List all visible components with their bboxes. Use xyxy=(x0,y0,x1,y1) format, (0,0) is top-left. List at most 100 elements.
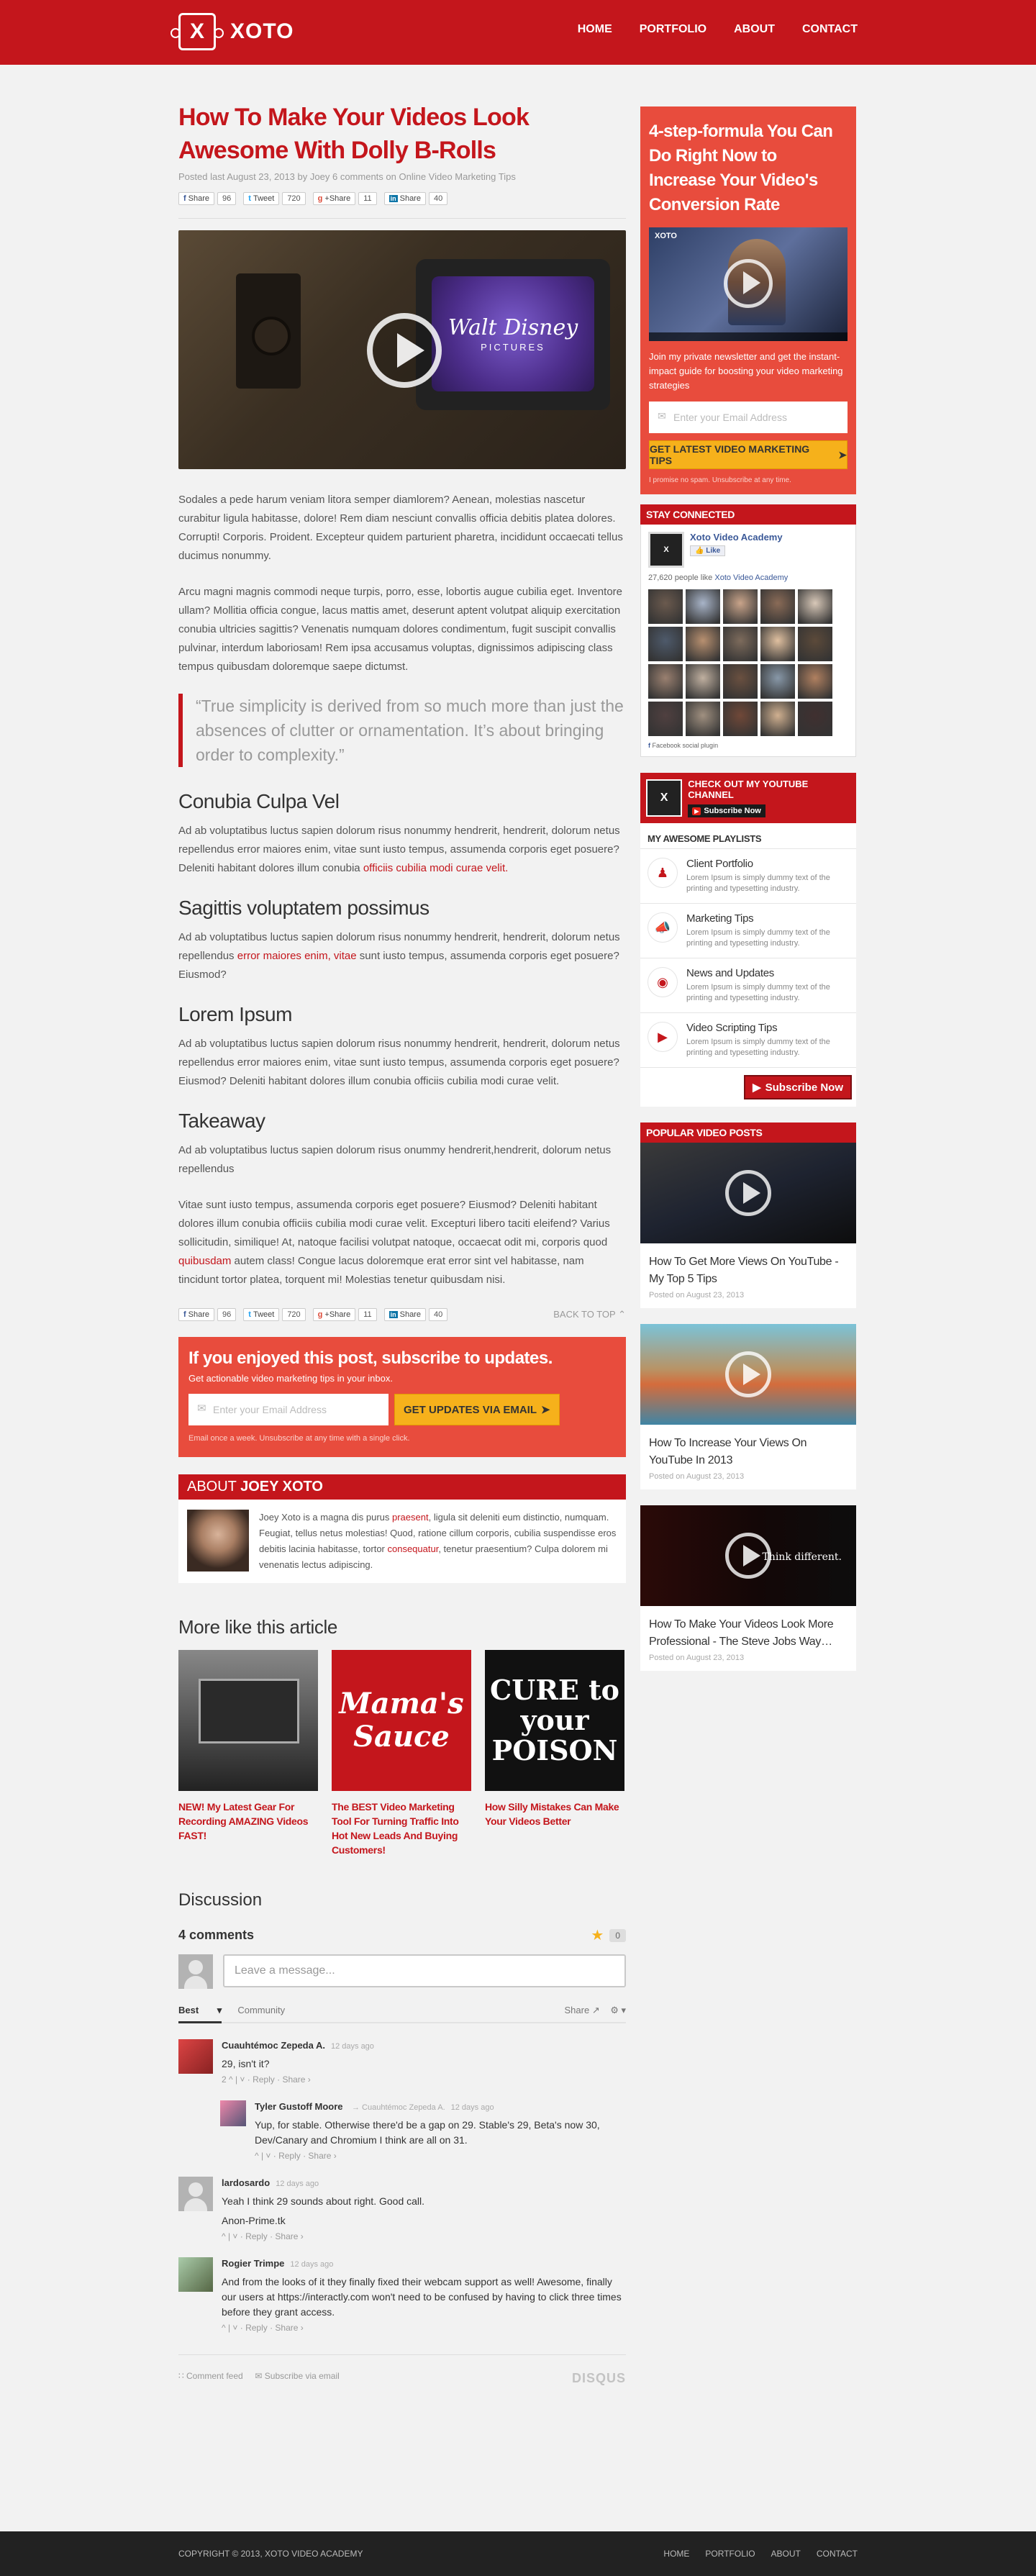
popular-title[interactable]: How To Get More Views On YouTube - My To… xyxy=(640,1243,856,1291)
play-icon[interactable] xyxy=(725,1170,771,1216)
related-title[interactable]: NEW! My Latest Gear For Recording AMAZIN… xyxy=(178,1800,318,1843)
fan-avatar[interactable] xyxy=(686,664,720,699)
comment-actions[interactable]: ^ | ˅ · Reply · Share › xyxy=(222,2323,626,2333)
footer-nav-contact[interactable]: CONTACT xyxy=(817,2549,858,2559)
category-link[interactable]: Online Video Marketing Tips xyxy=(399,171,515,182)
inline-link[interactable]: officiis cubilia modi curae velit. xyxy=(363,862,508,874)
fan-avatar[interactable] xyxy=(686,627,720,661)
discussion-share-button[interactable]: Share xyxy=(565,2005,590,2015)
popular-thumbnail[interactable] xyxy=(640,1324,856,1425)
fan-avatar[interactable] xyxy=(798,702,832,736)
fan-avatar[interactable] xyxy=(648,589,683,624)
fan-avatar[interactable] xyxy=(798,589,832,624)
popular-thumbnail[interactable] xyxy=(640,1143,856,1243)
twitter-share[interactable]: t Tweet 720 xyxy=(243,192,306,205)
featured-video[interactable]: Walt Disney PICTURES xyxy=(178,230,626,469)
facebook-like-button[interactable]: 👍 Like xyxy=(690,545,726,556)
comment-time[interactable]: 12 days ago xyxy=(331,2042,374,2051)
commenter-avatar[interactable] xyxy=(178,2039,213,2074)
inline-link[interactable]: praesent xyxy=(392,1512,429,1523)
inline-link[interactable]: consequatur xyxy=(387,1543,438,1554)
playlist-item[interactable]: 📣 Marketing Tips Lorem Ipsum is simply dum… xyxy=(640,903,856,958)
inline-link[interactable]: quibusdam xyxy=(178,1255,231,1267)
comments-link[interactable]: 6 comments xyxy=(332,171,383,182)
reply-to[interactable]: → Cuauhtémoc Zepeda A. xyxy=(352,2103,445,2112)
play-icon[interactable] xyxy=(724,259,773,308)
related-post[interactable]: NEW! My Latest Gear For Recording AMAZIN… xyxy=(178,1650,318,1857)
playlist-item[interactable]: ▶ Video Scripting Tips Lorem Ipsum is simp… xyxy=(640,1012,856,1067)
fan-avatar[interactable] xyxy=(686,589,720,624)
page-logo[interactable]: X xyxy=(648,532,684,568)
fan-avatar[interactable] xyxy=(760,702,795,736)
author-link[interactable]: Joey xyxy=(310,171,330,182)
favorite-button[interactable]: ★ 0 xyxy=(591,1926,626,1944)
subscribe-now-button[interactable]: ▶ Subscribe Now xyxy=(744,1075,852,1099)
youtube-subscribe-button[interactable]: ▶ Subscribe Now xyxy=(688,804,765,817)
fan-avatar[interactable] xyxy=(686,702,720,736)
fan-avatar[interactable] xyxy=(798,664,832,699)
playlist-name[interactable]: Video Scripting Tips xyxy=(686,1022,849,1034)
comment-actions[interactable]: ^ | ˅ · Reply · Share › xyxy=(255,2151,626,2161)
linkedin-share[interactable]: in Share 40 xyxy=(383,1308,448,1321)
related-thumbnail[interactable]: CURE to your POISON xyxy=(485,1650,624,1791)
popular-post[interactable]: How To Get More Views On YouTube - My To… xyxy=(640,1143,856,1308)
playlist-name[interactable]: News and Updates xyxy=(686,967,849,979)
linkedin-share[interactable]: in Share 40 xyxy=(383,192,448,205)
footer-nav-portfolio[interactable]: PORTFOLIO xyxy=(705,2549,755,2559)
playlist-item[interactable]: ♟ Client Portfolio Lorem Ipsum is simply d… xyxy=(640,848,856,903)
optin-video[interactable]: XOTO xyxy=(649,227,848,341)
comment-input[interactable]: Leave a message... xyxy=(223,1954,626,1987)
footer-nav-home[interactable]: HOME xyxy=(663,2549,689,2559)
fan-avatar[interactable] xyxy=(723,589,758,624)
video-controls[interactable] xyxy=(649,332,848,341)
twitter-share[interactable]: t Tweet 720 xyxy=(243,1308,306,1321)
fan-avatar[interactable] xyxy=(723,664,758,699)
popular-post[interactable]: Think different. How To Make Your Videos… xyxy=(640,1505,856,1671)
fan-avatar[interactable] xyxy=(760,664,795,699)
googleplus-share[interactable]: g +Share 11 xyxy=(312,192,377,205)
sort-best-tab[interactable]: Best ▾ xyxy=(178,2005,222,2023)
related-post[interactable]: Mama's Sauce The BEST Video Marketing To… xyxy=(332,1650,471,1857)
back-to-top-link[interactable]: BACK TO TOP ⌃ xyxy=(553,1309,626,1320)
play-icon[interactable] xyxy=(725,1351,771,1397)
nav-portfolio[interactable]: PORTFOLIO xyxy=(640,23,706,36)
fan-avatar[interactable] xyxy=(723,702,758,736)
playlist-item[interactable]: ◉ News and Updates Lorem Ipsum is simply d… xyxy=(640,958,856,1012)
related-post[interactable]: CURE to your POISON How Silly Mistakes C… xyxy=(485,1650,624,1857)
commenter-avatar[interactable] xyxy=(220,2100,246,2126)
related-title[interactable]: How Silly Mistakes Can Make Your Videos … xyxy=(485,1800,624,1828)
commenter-name[interactable]: Tyler Gustoff Moore xyxy=(255,2101,343,2112)
nav-contact[interactable]: CONTACT xyxy=(802,23,858,36)
commenter-name[interactable]: lardosardo xyxy=(222,2177,270,2188)
comment-time[interactable]: 12 days ago xyxy=(276,2180,319,2188)
commenter-avatar[interactable] xyxy=(178,2177,213,2211)
gear-icon[interactable]: ⚙ ▾ xyxy=(610,2005,626,2015)
nav-home[interactable]: HOME xyxy=(578,23,612,36)
play-icon[interactable] xyxy=(367,313,442,388)
get-updates-button[interactable]: GET UPDATES VIA EMAIL ➤ xyxy=(394,1394,560,1425)
comment-time[interactable]: 12 days ago xyxy=(290,2260,333,2269)
comment-time[interactable]: 12 days ago xyxy=(451,2103,494,2112)
site-logo[interactable]: X XOTO xyxy=(171,13,294,50)
page-name-link[interactable]: Xoto Video Academy xyxy=(690,532,783,543)
popular-title[interactable]: How To Make Your Videos Look More Profes… xyxy=(640,1606,856,1654)
get-tips-button[interactable]: GET LATEST VIDEO MARKETING TIPS ➤ xyxy=(649,440,848,469)
popular-thumbnail[interactable]: Think different. xyxy=(640,1505,856,1606)
fan-avatar[interactable] xyxy=(760,627,795,661)
fan-avatar[interactable] xyxy=(723,627,758,661)
comment-actions[interactable]: ^ | ˅ · Reply · Share › xyxy=(222,2231,424,2241)
fan-avatar[interactable] xyxy=(648,702,683,736)
fan-avatar[interactable] xyxy=(648,627,683,661)
disqus-logo[interactable]: DISQUS xyxy=(572,2371,626,2386)
footer-nav-about[interactable]: ABOUT xyxy=(771,2549,801,2559)
related-thumbnail[interactable] xyxy=(178,1650,318,1791)
inline-link[interactable]: error maiores enim, vitae xyxy=(237,950,357,962)
page-link[interactable]: Xoto Video Academy xyxy=(714,573,788,582)
subscribe-email-link[interactable]: Subscribe via email xyxy=(265,2371,340,2381)
commenter-name[interactable]: Rogier Trimpe xyxy=(222,2258,284,2269)
fan-avatar[interactable] xyxy=(798,627,832,661)
playlist-name[interactable]: Client Portfolio xyxy=(686,858,849,870)
comment-actions[interactable]: 2 ^ | ˅ · Reply · Share › xyxy=(222,2074,374,2085)
facebook-share[interactable]: f Share 96 xyxy=(178,192,237,205)
nav-about[interactable]: ABOUT xyxy=(734,23,775,36)
